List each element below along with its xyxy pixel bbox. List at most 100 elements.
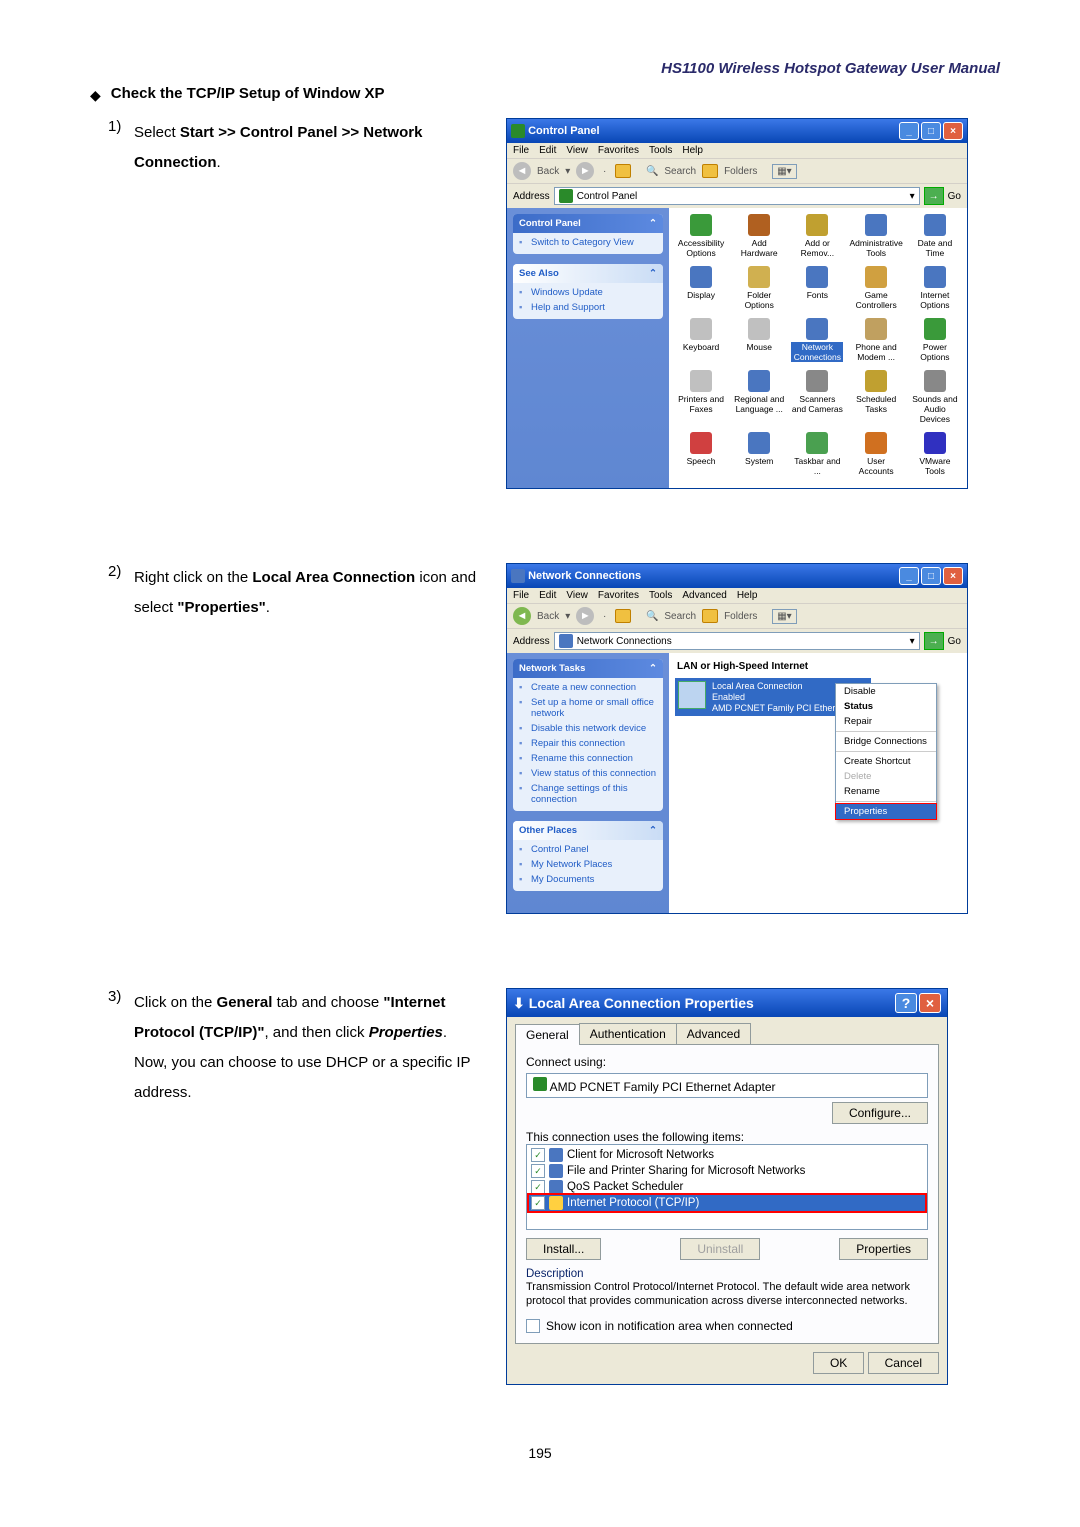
ctx-status[interactable]: Status [836, 699, 936, 714]
minimize-button[interactable]: _ [899, 567, 919, 585]
network-task[interactable]: Set up a home or small office network [513, 693, 663, 719]
configure-button[interactable]: Configure... [832, 1102, 928, 1124]
menu-file[interactable]: File [513, 590, 529, 601]
component-checkbox[interactable]: ✓ [531, 1196, 545, 1210]
other-place[interactable]: Control Panel [513, 840, 663, 855]
folders-label[interactable]: Folders [724, 166, 757, 177]
close-button[interactable]: × [943, 122, 963, 140]
cp-item[interactable]: Speech [673, 430, 729, 478]
go-button[interactable]: → [924, 632, 944, 650]
network-task[interactable]: Repair this connection [513, 734, 663, 749]
search-label[interactable]: Search [664, 611, 696, 622]
cp-item[interactable]: Taskbar and ... [789, 430, 845, 478]
cp-item[interactable]: Scanners and Cameras [789, 368, 845, 426]
tab-authentication[interactable]: Authentication [579, 1023, 677, 1044]
component-item[interactable]: ✓Internet Protocol (TCP/IP) [529, 1195, 925, 1211]
network-task[interactable]: Rename this connection [513, 749, 663, 764]
up-icon[interactable] [615, 164, 631, 178]
go-button[interactable]: → [924, 187, 944, 205]
folders-label[interactable]: Folders [724, 611, 757, 622]
cp-item[interactable]: Power Options [907, 316, 963, 364]
components-list[interactable]: ✓Client for Microsoft Networks✓File and … [526, 1144, 928, 1230]
side-windows-update[interactable]: Windows Update [513, 283, 663, 298]
cp-item[interactable]: Fonts [789, 264, 845, 312]
menu-favorites[interactable]: Favorites [598, 145, 639, 156]
address-field[interactable]: Control Panel ▾ [554, 187, 920, 205]
ctx-bridge[interactable]: Bridge Connections [836, 734, 936, 749]
menu-file[interactable]: File [513, 145, 529, 156]
maximize-button[interactable]: □ [921, 122, 941, 140]
component-checkbox[interactable]: ✓ [531, 1180, 545, 1194]
cp-item[interactable]: Network Connections [789, 316, 845, 364]
menu-view[interactable]: View [566, 590, 588, 601]
cp-item[interactable]: Mouse [731, 316, 787, 364]
menu-edit[interactable]: Edit [539, 590, 556, 601]
search-icon[interactable]: 🔍 [646, 166, 658, 177]
component-item[interactable]: ✓File and Printer Sharing for Microsoft … [529, 1163, 925, 1179]
back-chevron-icon[interactable]: ▾ [565, 166, 570, 177]
cp-item[interactable]: VMware Tools [907, 430, 963, 478]
component-item[interactable]: ✓QoS Packet Scheduler [529, 1179, 925, 1195]
collapse-icon[interactable]: ⌃ [649, 218, 657, 229]
component-checkbox[interactable]: ✓ [531, 1164, 545, 1178]
cp-item[interactable]: System [731, 430, 787, 478]
install-button[interactable]: Install... [526, 1238, 601, 1260]
cp-item[interactable]: Internet Options [907, 264, 963, 312]
cp-item[interactable]: Sounds and Audio Devices [907, 368, 963, 426]
menu-tools[interactable]: Tools [649, 590, 672, 601]
search-icon[interactable]: 🔍 [646, 611, 658, 622]
cp-item[interactable]: Add Hardware [731, 212, 787, 260]
menu-advanced[interactable]: Advanced [682, 590, 726, 601]
switch-category-view[interactable]: Switch to Category View [513, 233, 663, 248]
up-icon[interactable] [615, 609, 631, 623]
back-button[interactable]: ◄ [513, 607, 531, 625]
other-place[interactable]: My Network Places [513, 855, 663, 870]
network-task[interactable]: View status of this connection [513, 764, 663, 779]
ctx-rename[interactable]: Rename [836, 784, 936, 799]
folders-icon[interactable] [702, 609, 718, 623]
cp-item[interactable]: Date and Time [907, 212, 963, 260]
cp-item[interactable]: Scheduled Tasks [847, 368, 904, 426]
views-button[interactable]: ▦▾ [772, 609, 796, 624]
menu-help[interactable]: Help [737, 590, 758, 601]
cancel-button[interactable]: Cancel [868, 1352, 939, 1374]
address-dropdown-icon[interactable]: ▾ [910, 636, 915, 647]
menu-favorites[interactable]: Favorites [598, 590, 639, 601]
close-button[interactable]: × [919, 993, 941, 1013]
ctx-properties[interactable]: Properties [835, 803, 937, 820]
maximize-button[interactable]: □ [921, 567, 941, 585]
back-button[interactable]: ◄ [513, 162, 531, 180]
minimize-button[interactable]: _ [899, 122, 919, 140]
other-place[interactable]: My Documents [513, 870, 663, 885]
tab-advanced[interactable]: Advanced [676, 1023, 751, 1044]
cp-item[interactable]: Add or Remov... [789, 212, 845, 260]
cp-item[interactable]: Regional and Language ... [731, 368, 787, 426]
cp-item[interactable]: Administrative Tools [847, 212, 904, 260]
collapse-icon[interactable]: ⌃ [649, 268, 657, 279]
cp-item[interactable]: User Accounts [847, 430, 904, 478]
show-icon-checkbox[interactable] [526, 1319, 540, 1333]
cp-item[interactable]: Phone and Modem ... [847, 316, 904, 364]
component-checkbox[interactable]: ✓ [531, 1148, 545, 1162]
cp-item[interactable]: Accessibility Options [673, 212, 729, 260]
network-task[interactable]: Create a new connection [513, 678, 663, 693]
back-chevron-icon[interactable]: ▾ [565, 611, 570, 622]
collapse-icon[interactable]: ⌃ [649, 825, 657, 836]
network-task[interactable]: Disable this network device [513, 719, 663, 734]
component-item[interactable]: ✓Client for Microsoft Networks [529, 1147, 925, 1163]
address-field[interactable]: Network Connections ▾ [554, 632, 920, 650]
collapse-icon[interactable]: ⌃ [649, 663, 657, 674]
ctx-repair[interactable]: Repair [836, 714, 936, 729]
network-task[interactable]: Change settings of this connection [513, 779, 663, 805]
properties-button[interactable]: Properties [839, 1238, 928, 1260]
search-label[interactable]: Search [664, 166, 696, 177]
cp-item[interactable]: Display [673, 264, 729, 312]
menu-view[interactable]: View [566, 145, 588, 156]
tab-general[interactable]: General [515, 1024, 580, 1045]
side-help-support[interactable]: Help and Support [513, 298, 663, 313]
views-button[interactable]: ▦▾ [772, 164, 796, 179]
folders-icon[interactable] [702, 164, 718, 178]
cp-item[interactable]: Game Controllers [847, 264, 904, 312]
menu-tools[interactable]: Tools [649, 145, 672, 156]
cp-item[interactable]: Folder Options [731, 264, 787, 312]
